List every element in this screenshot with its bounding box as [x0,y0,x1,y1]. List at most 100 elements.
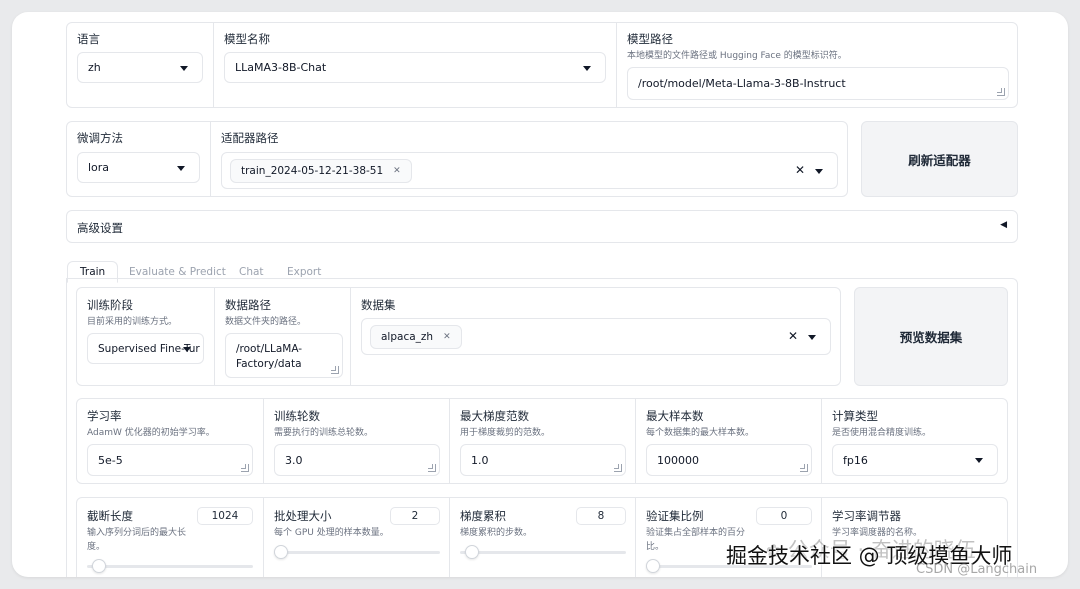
cutoff-length-thumb[interactable] [91,559,106,573]
param-value: 1.0 [471,453,489,467]
compute-type-select[interactable]: fp16 [832,444,998,476]
adapter-cell: 适配器路径 train_2024-05-12-21-38-51 ✕ ✕ [210,122,849,196]
resize-handle-icon[interactable] [241,464,249,472]
cutoff-length-track[interactable] [87,565,253,568]
slider-hint: 比。 [646,542,665,552]
clear-icon[interactable]: ✕ [795,163,805,177]
param-hint: 是否使用混合精度训练。 [832,428,932,438]
advanced-settings-label: 高级设置 [77,221,123,235]
language-value: zh [88,61,101,74]
resize-handle-icon[interactable] [331,366,339,374]
slider-hint: 学习率调度器的名称。 [832,528,923,538]
grad-accum-thumb[interactable] [464,545,479,559]
data-path-label: 数据路径 [225,298,271,312]
chevron-down-icon [975,458,983,463]
resize-handle-icon[interactable] [997,88,1005,96]
dataset-chip-label: alpaca_zh [381,331,434,343]
adapter-label: 适配器路径 [221,131,279,145]
slider-label: 学习率调节器 [832,509,901,523]
param-value: 100000 [657,453,699,467]
params-panel: 学习率 AdamW 优化器的初始学习率。 5e-5 训练轮数 需要执行的训练总轮… [76,398,1008,484]
slider-grad-accum: 梯度累积 8 梯度累积的步数。 [449,498,635,577]
dataset-chip[interactable]: alpaca_zh ✕ [370,325,462,349]
remove-chip-icon[interactable]: ✕ [393,166,401,176]
slider-hint: 验证集占全部样本的百分 [646,528,746,538]
dataset-cell: 数据集 alpaca_zh ✕ ✕ [350,288,842,385]
clear-icon[interactable]: ✕ [788,329,798,343]
slider-hint: 每个 GPU 处理的样本数量。 [274,528,389,538]
finetune-method-select[interactable]: lora [77,152,200,183]
model-panel: 语言 zh 模型名称 LLaMA3-8B-Chat 模型路径 本地模型的文件路径… [66,22,1018,108]
remove-chip-icon[interactable]: ✕ [443,332,451,342]
param-label: 计算类型 [832,409,878,423]
batch-size-input[interactable]: 2 [390,507,440,525]
model-path-input[interactable]: /root/model/Meta-Llama-3-8B-Instruct [627,67,1009,100]
param-value: fp16 [843,453,868,467]
cutoff-length-input[interactable]: 1024 [197,507,253,525]
collapse-arrow-icon[interactable]: ◀ [1000,220,1007,230]
chevron-down-icon [183,346,191,352]
model-path-value: /root/model/Meta-Llama-3-8B-Instruct [638,77,846,90]
stage-hint: 目前采用的训练方式。 [87,317,178,327]
val-size-thumb[interactable] [646,559,660,573]
param-label: 学习率 [87,409,122,423]
adapter-chip-label: train_2024-05-12-21-38-51 [241,165,384,177]
batch-size-thumb[interactable] [274,545,288,559]
dataset-multiselect[interactable]: alpaca_zh ✕ ✕ [361,318,831,355]
finetune-panel: 微调方法 lora 适配器路径 train_2024-05-12-21-38-5… [66,121,848,197]
param-epochs: 训练轮数 需要执行的训练总轮数。 3.0 [263,399,449,483]
adapter-chip[interactable]: train_2024-05-12-21-38-51 ✕ [230,159,412,183]
learning-rate-input[interactable]: 5e-5 [87,444,253,476]
val-size-input[interactable]: 0 [756,507,812,525]
finetune-method-label: 微调方法 [77,131,123,145]
grad-accum-track[interactable] [460,551,626,554]
slider-hint: 输入序列分词后的最大长 [87,528,187,538]
slider-cutoff-length: 截断长度 1024 输入序列分词后的最大长 度。 [77,498,263,577]
chevron-down-icon[interactable] [808,334,816,340]
slider-label: 截断长度 [87,509,133,523]
grad-accum-input[interactable]: 8 [576,507,626,525]
slider-label: 验证集比例 [646,509,704,523]
chevron-down-icon [583,65,591,71]
chevron-down-icon[interactable] [815,168,823,174]
model-path-hint: 本地模型的文件路径或 Hugging Face 的模型标识符。 [627,51,847,61]
param-hint: AdamW 优化器的初始学习率。 [87,428,215,438]
slider-batch-size: 批处理大小 2 每个 GPU 处理的样本数量。 [263,498,449,577]
resize-handle-icon[interactable] [800,464,808,472]
data-path-value-line1: /root/LLaMA- [236,343,303,355]
chevron-down-icon [180,65,188,71]
param-compute-type: 计算类型 是否使用混合精度训练。 fp16 [821,399,1009,483]
language-select[interactable]: zh [77,52,203,83]
advanced-settings-accordion[interactable]: 高级设置 ◀ [66,210,1018,243]
data-path-input[interactable]: /root/LLaMA- Factory/data [225,333,343,378]
val-size-track[interactable] [646,565,812,568]
preview-dataset-button[interactable]: 预览数据集 [854,287,1008,386]
data-path-hint: 数据文件夹的路径。 [225,317,307,327]
param-hint: 用于梯度裁剪的范数。 [460,428,551,438]
data-path-cell: 数据路径 数据文件夹的路径。 /root/LLaMA- Factory/data [214,288,350,385]
language-cell: 语言 zh [67,23,213,107]
train-data-panel: 训练阶段 目前采用的训练方式。 Supervised Fine-Tur 数据路径… [76,287,841,386]
stage-select[interactable]: Supervised Fine-Tur [87,333,204,364]
max-samples-input[interactable]: 100000 [646,444,812,476]
language-label: 语言 [77,32,100,46]
param-label: 训练轮数 [274,409,320,423]
param-hint: 需要执行的训练总轮数。 [274,428,374,438]
adapter-multiselect[interactable]: train_2024-05-12-21-38-51 ✕ ✕ [221,152,838,189]
chevron-down-icon [177,165,185,171]
batch-size-track[interactable] [274,551,440,554]
slider-val-size: 验证集比例 0 验证集占全部样本的百分 比。 [635,498,821,577]
refresh-adapter-button[interactable]: 刷新适配器 [861,121,1018,197]
resize-handle-icon[interactable] [614,464,622,472]
resize-handle-icon[interactable] [428,464,436,472]
param-value: 5e-5 [98,453,123,467]
max-grad-norm-input[interactable]: 1.0 [460,444,626,476]
param-max-grad-norm: 最大梯度范数 用于梯度裁剪的范数。 1.0 [449,399,635,483]
slider-hint: 度。 [87,542,106,552]
slider-lr-scheduler: 学习率调节器 学习率调度器的名称。 [821,498,1009,577]
epochs-input[interactable]: 3.0 [274,444,440,476]
finetune-method-cell: 微调方法 lora [67,122,210,196]
model-name-select[interactable]: LLaMA3-8B-Chat [224,52,606,83]
param-label: 最大梯度范数 [460,409,529,423]
stage-label: 训练阶段 [87,298,133,312]
